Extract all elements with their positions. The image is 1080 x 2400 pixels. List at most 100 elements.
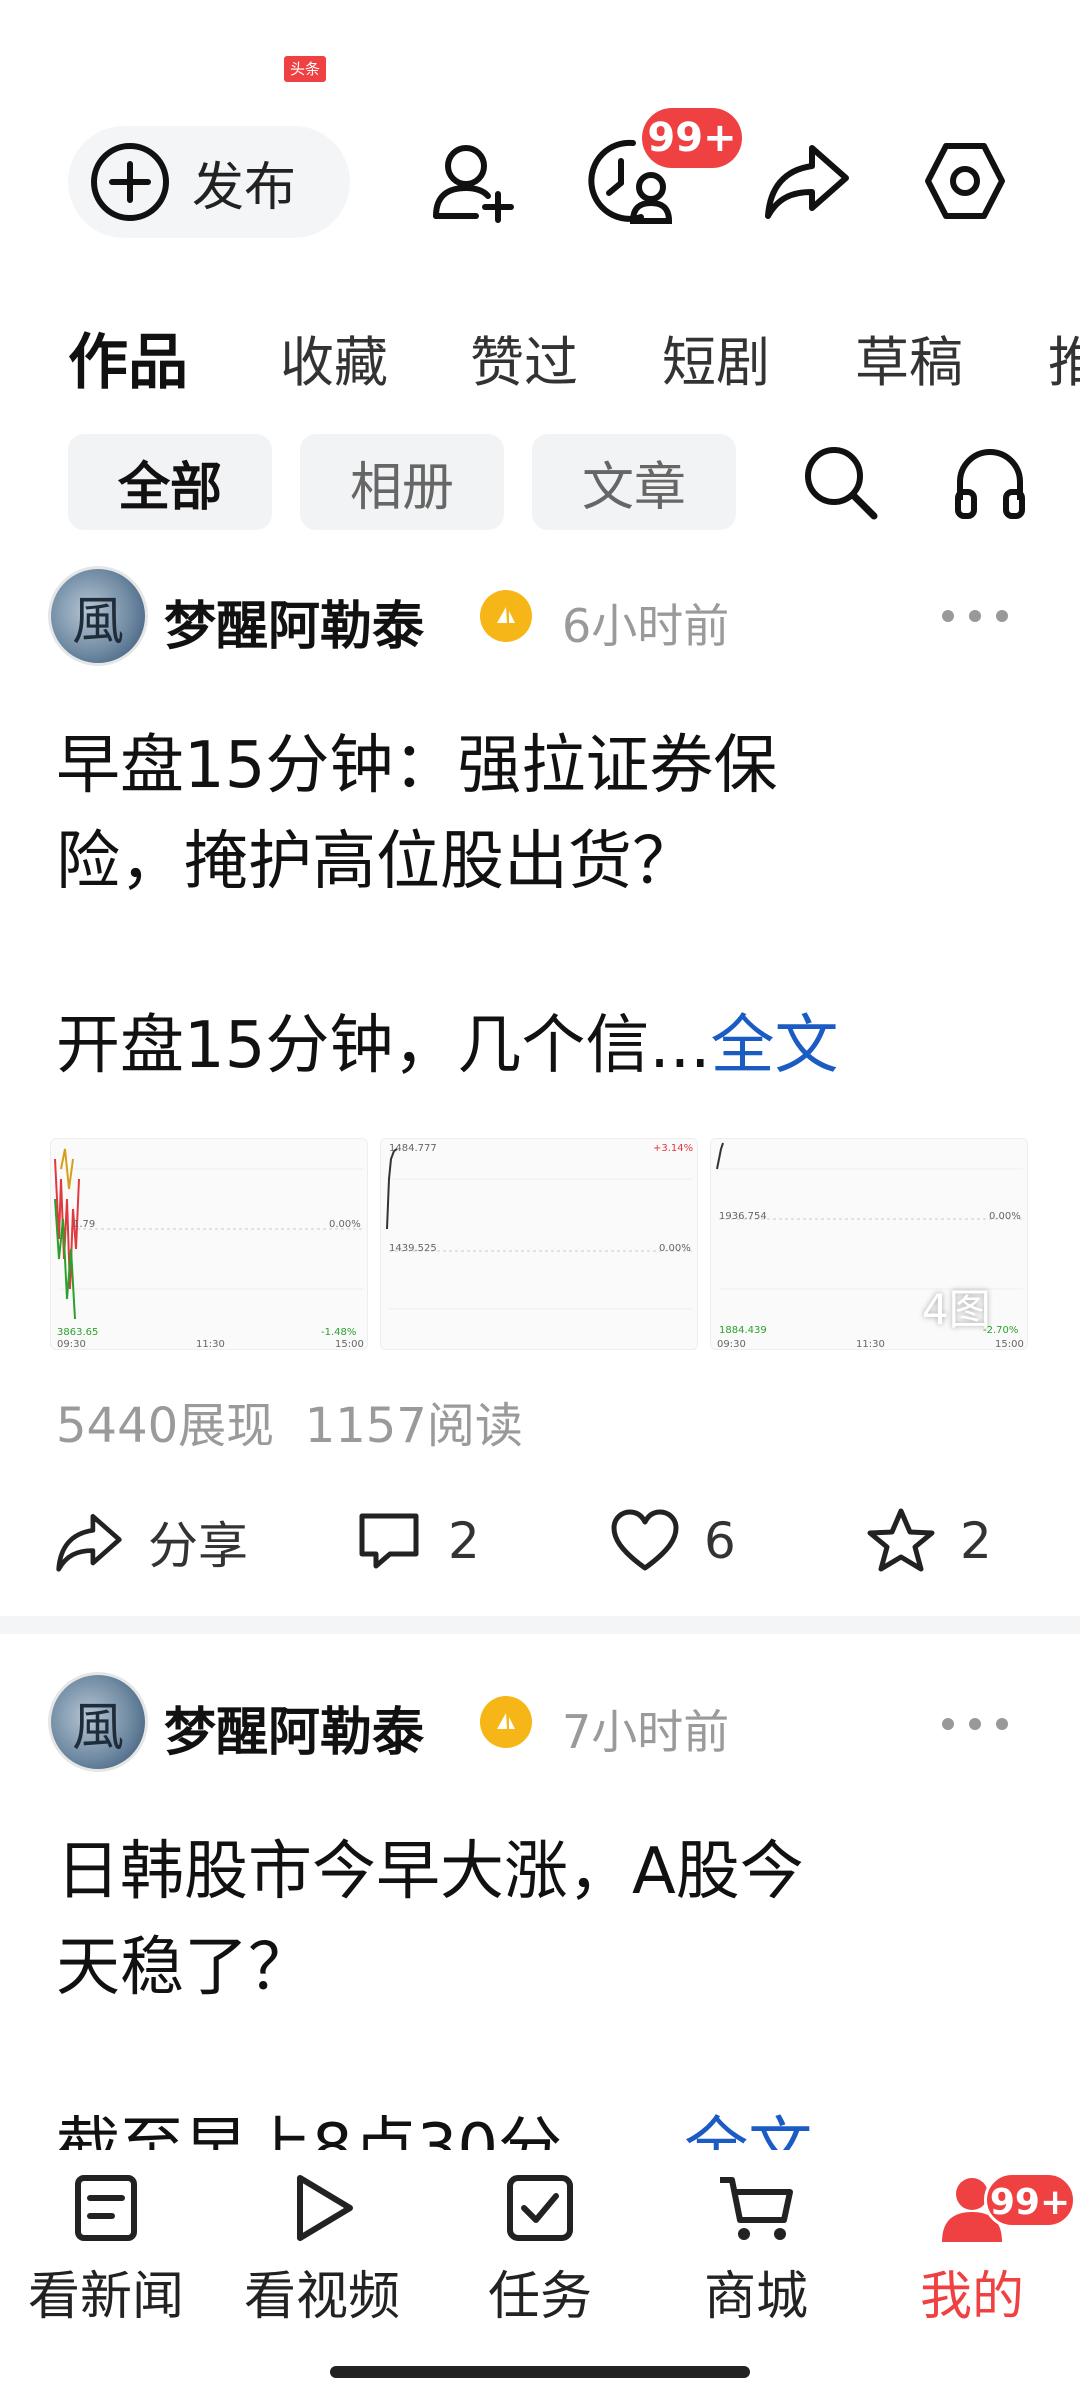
nav-video[interactable]: 看视频 <box>222 2172 422 2329</box>
thumb-tick: 09:30 <box>717 1339 746 1350</box>
more-options-button[interactable] <box>940 1694 1010 1745</box>
star-icon <box>867 1508 935 1572</box>
image-count-badge: 4图 <box>922 1285 991 1334</box>
share-icon <box>56 1514 122 1572</box>
post-divider <box>0 1616 1080 1634</box>
author-name[interactable]: 梦醒阿勒泰 <box>164 584 424 659</box>
share-icon <box>765 145 849 219</box>
share-label: 分享 <box>148 1517 248 1575</box>
thumb-tick: 1884.439 <box>719 1325 767 1336</box>
app-badge: 头条 <box>284 56 326 82</box>
thumb-tick: 0.00% <box>659 1243 691 1254</box>
post-title[interactable]: 日韩股市今早大涨，A股今 天稳了？ <box>56 1824 1056 2016</box>
news-icon <box>75 2175 137 2241</box>
post-title-line2: 天稳了？ <box>56 1931 312 2005</box>
thumb-tick: 3863.65 <box>57 1327 99 1338</box>
author-name[interactable]: 梦醒阿勒泰 <box>164 1690 424 1765</box>
content-tabs: 作品 收藏 赞过 短剧 草稿 推 <box>0 300 1080 410</box>
tab-recommend[interactable]: 推 <box>1048 318 1080 397</box>
nav-news[interactable]: 看新闻 <box>6 2172 206 2329</box>
tab-short-drama[interactable]: 短剧 <box>662 318 770 397</box>
post-excerpt-text: 开盘15分钟，几个信... <box>56 1009 711 1083</box>
thumb-tick: 11:30 <box>856 1339 885 1350</box>
post-title[interactable]: 早盘15分钟：强拉证券保 险，掩护高位股出货？ <box>56 718 1056 910</box>
favorite-count: 2 <box>960 1512 992 1570</box>
post-time: 6小时前 <box>562 599 730 653</box>
verified-badge-icon <box>480 1696 532 1748</box>
views-count: 5440展现 <box>56 1398 275 1454</box>
share-post-button[interactable]: 分享 <box>54 1506 248 1578</box>
tab-liked[interactable]: 赞过 <box>470 318 578 397</box>
post-image-thumb[interactable]: 1.79 0.00% 3863.65 -1.48% 09:30 11:30 15… <box>50 1138 368 1350</box>
post-image-thumb[interactable]: 1484.777 +3.14% 1439.525 0.00% <box>380 1138 698 1350</box>
settings-icon <box>925 143 1005 219</box>
thumb-tick: 1936.754 <box>719 1211 767 1222</box>
chip-fade <box>760 434 772 530</box>
share-button[interactable] <box>752 126 862 236</box>
thumb-tick: 1.79 <box>73 1219 96 1230</box>
add-friend-button[interactable] <box>418 126 528 236</box>
comment-count: 2 <box>448 1512 480 1570</box>
author-avatar[interactable]: 風 <box>48 1672 148 1772</box>
nav-label: 商城 <box>703 2267 808 2327</box>
nav-label: 任务 <box>487 2267 592 2327</box>
comment-icon <box>359 1513 419 1569</box>
nav-tasks[interactable]: 任务 <box>440 2172 640 2329</box>
bottom-nav: 看新闻 看视频 任务 商城 我的 99+ <box>0 2150 1080 2400</box>
nav-label: 我的 <box>919 2267 1024 2327</box>
add-friend-icon <box>433 145 514 223</box>
search-icon <box>805 447 878 520</box>
post-stats: 5440展现 1157阅读 <box>56 1386 523 1456</box>
cart-icon <box>720 2177 793 2240</box>
nav-label: 看新闻 <box>27 2267 184 2327</box>
tab-works[interactable]: 作品 <box>68 314 188 401</box>
like-count: 6 <box>704 1512 736 1570</box>
search-button[interactable] <box>790 432 890 532</box>
avatar-char: 風 <box>71 591 124 652</box>
post-excerpt[interactable]: 开盘15分钟，几个信...全文 <box>56 998 1056 1094</box>
nav-mall[interactable]: 商城 <box>656 2172 856 2329</box>
task-icon <box>507 2175 573 2241</box>
plus-circle-icon <box>91 143 169 221</box>
post-time: 7小时前 <box>562 1705 730 1759</box>
post-title-line1: 日韩股市今早大涨，A股今 <box>56 1835 804 1909</box>
tab-favorites[interactable]: 收藏 <box>280 318 388 397</box>
verified-badge-icon <box>480 590 532 642</box>
headphones-icon <box>955 449 1025 519</box>
like-button[interactable]: 6 <box>610 1506 736 1576</box>
thumb-tick: 1484.777 <box>389 1143 437 1154</box>
more-icon <box>942 1718 1008 1730</box>
reads-count: 1157阅读 <box>304 1398 523 1454</box>
publish-button[interactable]: 发布 <box>68 126 350 238</box>
post-title-line1: 早盘15分钟：强拉证券保 <box>56 729 778 803</box>
favorite-button[interactable]: 2 <box>866 1506 992 1576</box>
thumb-tick: -1.48% <box>321 1327 357 1338</box>
thumb-tick: 09:30 <box>57 1339 86 1350</box>
more-icon <box>942 610 1008 622</box>
thumb-tick: 15:00 <box>995 1339 1024 1350</box>
thumb-tick: 11:30 <box>196 1339 225 1350</box>
thumb-tick: +3.14% <box>653 1143 694 1154</box>
more-options-button[interactable] <box>940 586 1010 637</box>
post-title-line2: 险，掩护高位股出货？ <box>56 825 696 899</box>
messages-badge: 99+ <box>642 108 742 168</box>
play-icon <box>297 2175 353 2241</box>
chip-articles[interactable]: 文章 <box>532 434 736 530</box>
avatar-char: 風 <box>71 1697 124 1758</box>
chip-all[interactable]: 全部 <box>68 434 272 530</box>
nav-label: 看视频 <box>243 2267 400 2327</box>
thumb-tick: 15:00 <box>335 1339 364 1350</box>
read-full-link[interactable]: 全文 <box>710 1009 838 1083</box>
listen-button[interactable] <box>940 432 1040 532</box>
profile-badge: 99+ <box>984 2172 1076 2228</box>
home-indicator <box>330 2366 750 2378</box>
thumb-tick: 1439.525 <box>389 1243 437 1254</box>
chip-albums[interactable]: 相册 <box>300 434 504 530</box>
thumb-tick: 0.00% <box>989 1211 1021 1222</box>
comment-button[interactable]: 2 <box>354 1506 480 1576</box>
tab-drafts[interactable]: 草稿 <box>855 318 963 397</box>
settings-button[interactable] <box>910 126 1020 236</box>
thumb-tick: 0.00% <box>329 1219 361 1230</box>
author-avatar[interactable]: 風 <box>48 566 148 666</box>
heart-icon <box>611 1509 679 1571</box>
